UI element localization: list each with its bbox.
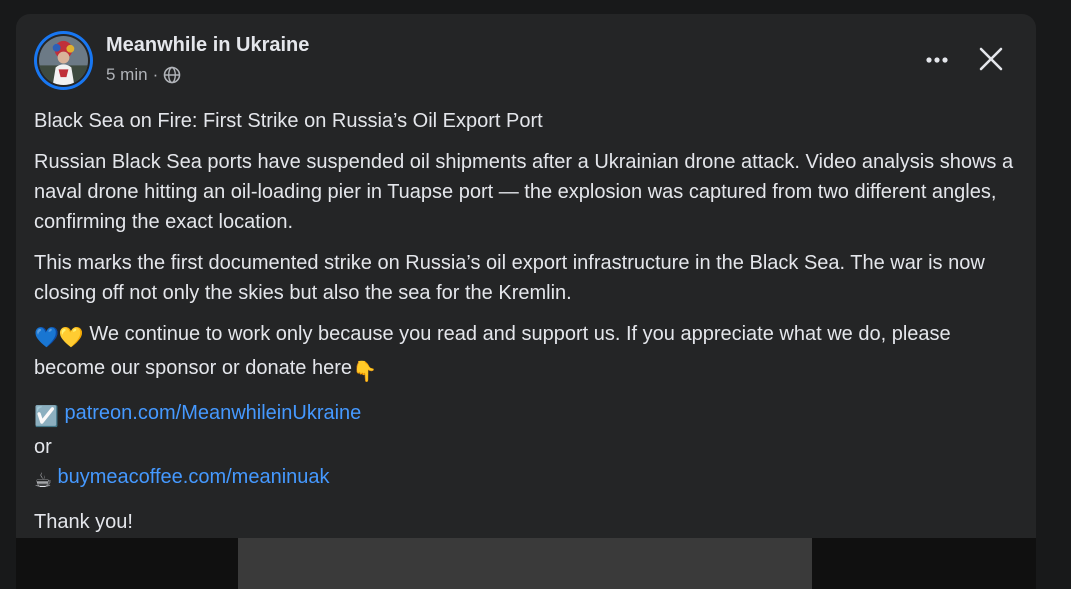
post-paragraph-1: Russian Black Sea ports have suspended o… xyxy=(34,151,1014,233)
coffee-line: ☕ buymeacoffee.com/meaninuak xyxy=(34,462,1024,496)
patreon-line: ☑️ patreon.com/MeanwhileinUkraine xyxy=(34,398,1024,432)
post-body: Black Sea on Fire: First Strike on Russi… xyxy=(34,106,1024,548)
more-horizontal-icon xyxy=(926,57,948,63)
close-icon xyxy=(979,47,1003,71)
or-text: or xyxy=(34,436,52,458)
post-paragraph-2: This marks the first documented strike o… xyxy=(34,252,985,304)
more-options-button[interactable] xyxy=(918,44,956,76)
close-button[interactable] xyxy=(972,40,1010,78)
author-avatar[interactable] xyxy=(34,31,93,90)
coffee-link[interactable]: buymeacoffee.com/meaninuak xyxy=(58,466,330,488)
hearts-emoji: 💙💛 xyxy=(34,327,84,349)
post-meta: 5 min · xyxy=(106,65,181,85)
support-text: We continue to work only because you rea… xyxy=(34,323,951,379)
meta-separator: · xyxy=(152,65,159,84)
post-card: Meanwhile in Ukraine 5 min · Black Sea o… xyxy=(16,14,1036,589)
post-title: Black Sea on Fire: First Strike on Russi… xyxy=(34,110,543,132)
avatar-picture xyxy=(39,36,88,85)
thanks-text: Thank you! xyxy=(34,511,133,533)
globe-icon[interactable] xyxy=(163,66,181,84)
post-time[interactable]: 5 min xyxy=(106,65,148,85)
coffee-emoji: ☕ xyxy=(34,470,52,492)
post-header: Meanwhile in Ukraine 5 min · xyxy=(16,14,1036,104)
support-paragraph: 💙💛 We continue to work only because you … xyxy=(34,319,1024,387)
video-thumbnail[interactable] xyxy=(238,538,812,589)
checkbox-emoji: ☑️ xyxy=(34,406,59,428)
patreon-link[interactable]: patreon.com/MeanwhileinUkraine xyxy=(64,402,361,424)
avatar-image xyxy=(37,34,90,87)
author-name[interactable]: Meanwhile in Ukraine xyxy=(106,34,309,57)
post-media[interactable] xyxy=(16,538,1036,589)
point-down-emoji: 👇 xyxy=(351,361,377,383)
